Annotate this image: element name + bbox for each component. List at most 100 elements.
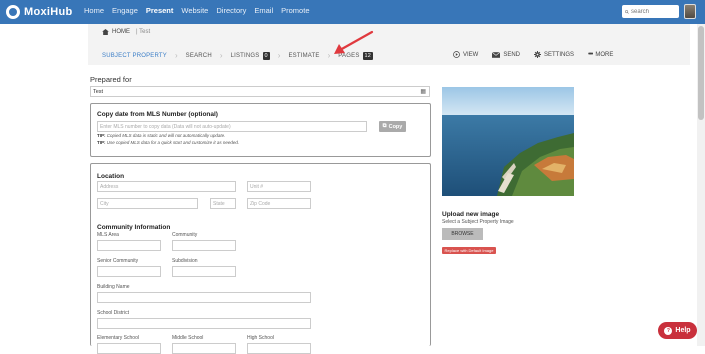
mls-area-label: MLS Area bbox=[97, 232, 119, 238]
more-dots-icon: ••• bbox=[588, 51, 593, 58]
toolbar-actions: VIEW SEND SETTINGS ••• MORE bbox=[453, 51, 613, 58]
elementary-school-input[interactable] bbox=[97, 343, 161, 354]
step-search[interactable]: SEARCH bbox=[186, 53, 212, 59]
city-input[interactable]: City bbox=[97, 198, 198, 209]
breadcrumb-home-label: HOME bbox=[112, 29, 130, 35]
prepared-for-value: Test bbox=[93, 88, 104, 95]
view-label: VIEW bbox=[463, 51, 479, 58]
zip-placeholder: Zip Code bbox=[250, 200, 271, 207]
senior-community-input[interactable] bbox=[97, 266, 161, 277]
send-button[interactable]: SEND bbox=[492, 51, 520, 58]
senior-community-label: Senior Community bbox=[97, 258, 139, 264]
main-nav: Home Engage Present Website Directory Em… bbox=[84, 6, 310, 15]
replace-default-image-button[interactable]: Replace with Default Image bbox=[442, 247, 496, 254]
moxihub-logo[interactable]: MoxiHub bbox=[6, 4, 73, 20]
nav-email[interactable]: Email bbox=[254, 6, 273, 15]
subdivision-label: Subdivision bbox=[172, 258, 198, 264]
building-name-label: Building Name bbox=[97, 284, 130, 290]
middle-school-label: Middle School bbox=[172, 335, 204, 341]
copy-icon: ⧉ bbox=[382, 123, 387, 129]
mls-area-input[interactable] bbox=[97, 240, 161, 251]
building-name-input[interactable] bbox=[97, 292, 311, 303]
settings-label: SETTINGS bbox=[544, 51, 575, 58]
subdivision-input[interactable] bbox=[172, 266, 236, 277]
breadcrumb-current-label: Test bbox=[139, 29, 151, 35]
community-label: Community bbox=[172, 232, 198, 238]
chevron-right-icon: › bbox=[219, 51, 223, 60]
nav-promote[interactable]: Promote bbox=[281, 6, 309, 15]
step-subject-property[interactable]: SUBJECT PROPERTY bbox=[102, 53, 167, 59]
nav-website[interactable]: Website bbox=[181, 6, 208, 15]
more-button[interactable]: ••• MORE bbox=[588, 51, 613, 58]
play-circle-icon bbox=[453, 51, 460, 58]
send-label: SEND bbox=[503, 51, 521, 58]
user-avatar[interactable] bbox=[684, 4, 696, 19]
search-icon bbox=[625, 9, 629, 14]
prepared-for-input[interactable]: Test ▦ bbox=[90, 86, 430, 97]
high-school-label: High School bbox=[247, 335, 274, 341]
step-listings[interactable]: LISTINGS 0 bbox=[230, 51, 270, 60]
mls-number-input[interactable]: Enter MLS number to copy data (Data will… bbox=[97, 121, 367, 132]
step-label: ESTIMATE bbox=[288, 52, 320, 59]
nav-present[interactable]: Present bbox=[146, 6, 174, 15]
community-title: Community Information bbox=[97, 224, 171, 231]
help-icon: ? bbox=[664, 326, 673, 335]
tip-label: TIP: bbox=[97, 133, 106, 138]
help-button[interactable]: ? Help bbox=[658, 322, 697, 339]
subject-property-image bbox=[442, 87, 574, 196]
zip-input[interactable]: Zip Code bbox=[247, 198, 311, 209]
search-box bbox=[622, 5, 679, 18]
address-input[interactable]: Address bbox=[97, 181, 236, 192]
mls-tip-1: TIP: Copied MLS data is static and will … bbox=[97, 133, 225, 138]
settings-button[interactable]: SETTINGS bbox=[534, 51, 574, 58]
unit-input[interactable]: Unit # bbox=[247, 181, 311, 192]
annotation-arrow bbox=[334, 30, 374, 54]
copy-label: Copy bbox=[388, 123, 403, 130]
scrollbar-thumb[interactable] bbox=[698, 26, 704, 120]
school-district-input[interactable] bbox=[97, 318, 311, 329]
middle-school-input[interactable] bbox=[172, 343, 236, 354]
browse-button[interactable]: BROWSE bbox=[442, 228, 483, 240]
location-title: Location bbox=[97, 173, 125, 180]
listings-count-badge: 0 bbox=[262, 51, 270, 60]
high-school-input[interactable] bbox=[247, 343, 311, 354]
unit-placeholder: Unit # bbox=[250, 183, 264, 190]
breadcrumb-home[interactable]: HOME bbox=[102, 29, 130, 35]
nav-engage[interactable]: Engage bbox=[112, 6, 138, 15]
tip-text: Use copied MLS data for a quick start an… bbox=[106, 140, 240, 145]
logo-icon bbox=[6, 5, 20, 19]
upload-subtitle: Select a Subject Property Image bbox=[442, 219, 514, 225]
view-button[interactable]: VIEW bbox=[453, 51, 478, 58]
mls-placeholder: Enter MLS number to copy data (Data will… bbox=[100, 123, 231, 130]
tip-text: Copied MLS data is static and will not a… bbox=[106, 133, 226, 138]
community-input[interactable] bbox=[172, 240, 236, 251]
mls-tip-2: TIP: Use copied MLS data for a quick sta… bbox=[97, 140, 239, 145]
calendar-icon[interactable]: ▦ bbox=[420, 88, 426, 95]
mls-title: Copy date from MLS Number (optional) bbox=[97, 111, 218, 118]
nav-directory[interactable]: Directory bbox=[216, 6, 246, 15]
address-placeholder: Address bbox=[100, 183, 119, 190]
step-label: SUBJECT PROPERTY bbox=[102, 52, 167, 59]
gear-icon bbox=[534, 51, 542, 58]
envelope-icon bbox=[492, 51, 501, 58]
logo-text: MoxiHub bbox=[24, 6, 73, 18]
upload-title: Upload new image bbox=[442, 211, 500, 218]
chevron-right-icon: › bbox=[175, 51, 178, 60]
state-placeholder: State bbox=[213, 200, 225, 207]
city-placeholder: City bbox=[100, 200, 109, 207]
step-estimate[interactable]: ESTIMATE bbox=[288, 53, 319, 59]
help-label: Help bbox=[675, 327, 691, 334]
tip-label: TIP: bbox=[97, 140, 106, 145]
more-label: MORE bbox=[595, 51, 614, 58]
nav-home[interactable]: Home bbox=[84, 6, 104, 15]
breadcrumb-current: | Test bbox=[136, 29, 151, 35]
chevron-right-icon: › bbox=[277, 51, 281, 60]
school-district-label: School District bbox=[97, 310, 129, 316]
prepared-for-label: Prepared for bbox=[90, 75, 132, 84]
copy-button[interactable]: ⧉ Copy bbox=[379, 121, 406, 132]
state-input[interactable]: State bbox=[210, 198, 236, 209]
step-label: SEARCH bbox=[185, 52, 212, 59]
search-input[interactable] bbox=[631, 8, 679, 15]
home-icon bbox=[102, 29, 109, 35]
step-label: LISTINGS bbox=[230, 52, 260, 59]
